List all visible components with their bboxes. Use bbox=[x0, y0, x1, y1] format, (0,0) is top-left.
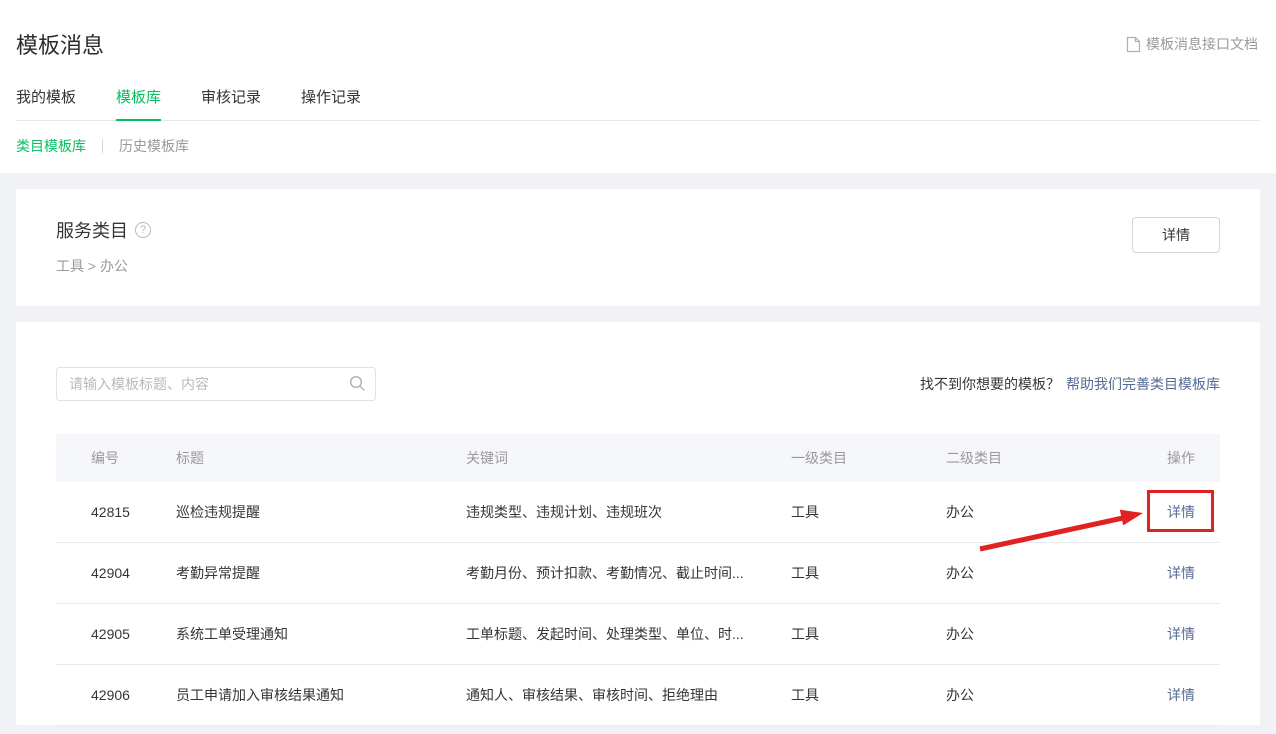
detail-link[interactable]: 详情 bbox=[1167, 565, 1195, 581]
tab-my-templates[interactable]: 我的模板 bbox=[16, 86, 76, 120]
detail-link[interactable]: 详情 bbox=[1167, 626, 1195, 642]
doc-link-label: 模板消息接口文档 bbox=[1146, 34, 1258, 54]
cell-keywords: 通知人、审核结果、审核时间、拒绝理由 bbox=[466, 685, 791, 705]
page-title: 模板消息 bbox=[16, 28, 1260, 60]
cell-keywords: 工单标题、发起时间、处理类型、单位、时... bbox=[466, 624, 791, 644]
tab-bar: 我的模板 模板库 审核记录 操作记录 bbox=[16, 86, 1260, 121]
service-category-info: 服务类目 ? 工具 > 办公 bbox=[56, 217, 151, 276]
tab-operation-records[interactable]: 操作记录 bbox=[301, 86, 361, 120]
template-library-card: 找不到你想要的模板？ 帮助我们完善类目模板库 编号 标题 关键词 一级类目 二级类… bbox=[16, 322, 1260, 725]
cell-title: 系统工单受理通知 bbox=[176, 624, 466, 644]
cell-cat1: 工具 bbox=[791, 685, 946, 705]
table-row: 42815 巡检违规提醒 违规类型、违规计划、违规班次 工具 办公 详情 bbox=[56, 482, 1220, 543]
top-bar: 模板消息 模板消息接口文档 我的模板 模板库 审核记录 操作记录 类目模板库 历… bbox=[0, 0, 1276, 173]
subtab-category-library[interactable]: 类目模板库 bbox=[16, 136, 86, 156]
cell-id: 42815 bbox=[91, 504, 176, 520]
tab-template-library[interactable]: 模板库 bbox=[116, 86, 161, 120]
subtab-history-library[interactable]: 历史模板库 bbox=[119, 136, 189, 156]
col-header-cat2: 二级类目 bbox=[946, 448, 1166, 468]
cell-cat1: 工具 bbox=[791, 502, 946, 522]
subtab-divider bbox=[102, 139, 103, 153]
cell-keywords: 考勤月份、预计扣款、考勤情况、截止时间... bbox=[466, 563, 791, 583]
table-row: 42906 员工申请加入审核结果通知 通知人、审核结果、审核时间、拒绝理由 工具… bbox=[56, 665, 1220, 726]
category-detail-button[interactable]: 详情 bbox=[1132, 217, 1220, 253]
cell-title: 巡检违规提醒 bbox=[176, 502, 466, 522]
col-header-action: 操作 bbox=[1166, 448, 1195, 468]
col-header-id: 编号 bbox=[91, 448, 176, 468]
table-row: 42905 系统工单受理通知 工单标题、发起时间、处理类型、单位、时... 工具… bbox=[56, 604, 1220, 665]
template-table: 编号 标题 关键词 一级类目 二级类目 操作 42815 巡检违规提醒 违规类型… bbox=[56, 434, 1220, 726]
cell-id: 42905 bbox=[91, 626, 176, 642]
cell-cat2: 办公 bbox=[946, 563, 1166, 583]
col-header-cat1: 一级类目 bbox=[791, 448, 946, 468]
improve-library-link[interactable]: 帮助我们完善类目模板库 bbox=[1066, 376, 1220, 392]
detail-link[interactable]: 详情 bbox=[1167, 687, 1195, 703]
cell-title: 员工申请加入审核结果通知 bbox=[176, 685, 466, 705]
cell-cat2: 办公 bbox=[946, 624, 1166, 644]
template-search-input[interactable] bbox=[56, 367, 376, 401]
cell-cat1: 工具 bbox=[791, 563, 946, 583]
template-search-box bbox=[56, 367, 376, 401]
table-header-row: 编号 标题 关键词 一级类目 二级类目 操作 bbox=[56, 434, 1220, 482]
service-category-card: 服务类目 ? 工具 > 办公 详情 bbox=[16, 189, 1260, 306]
col-header-keywords: 关键词 bbox=[466, 448, 791, 468]
cell-title: 考勤异常提醒 bbox=[176, 563, 466, 583]
help-question-text: 找不到你想要的模板？ bbox=[920, 376, 1060, 392]
template-api-doc-link[interactable]: 模板消息接口文档 bbox=[1126, 34, 1258, 54]
search-icon[interactable] bbox=[349, 375, 366, 397]
detail-link[interactable]: 详情 bbox=[1167, 504, 1195, 520]
cell-cat1: 工具 bbox=[791, 624, 946, 644]
cell-cat2: 办公 bbox=[946, 502, 1166, 522]
cell-id: 42904 bbox=[91, 565, 176, 581]
tab-review-records[interactable]: 审核记录 bbox=[201, 86, 261, 120]
cell-cat2: 办公 bbox=[946, 685, 1166, 705]
cell-id: 42906 bbox=[91, 687, 176, 703]
document-icon bbox=[1126, 36, 1141, 53]
table-row: 42904 考勤异常提醒 考勤月份、预计扣款、考勤情况、截止时间... 工具 办… bbox=[56, 543, 1220, 604]
subtab-bar: 类目模板库 历史模板库 bbox=[16, 121, 1260, 173]
service-category-title: 服务类目 bbox=[56, 217, 128, 243]
cell-keywords: 违规类型、违规计划、违规班次 bbox=[466, 502, 791, 522]
help-question-icon[interactable]: ? bbox=[135, 222, 151, 238]
col-header-title: 标题 bbox=[176, 448, 466, 468]
library-help: 找不到你想要的模板？ 帮助我们完善类目模板库 bbox=[920, 374, 1220, 394]
category-path: 工具 > 办公 bbox=[56, 256, 151, 276]
